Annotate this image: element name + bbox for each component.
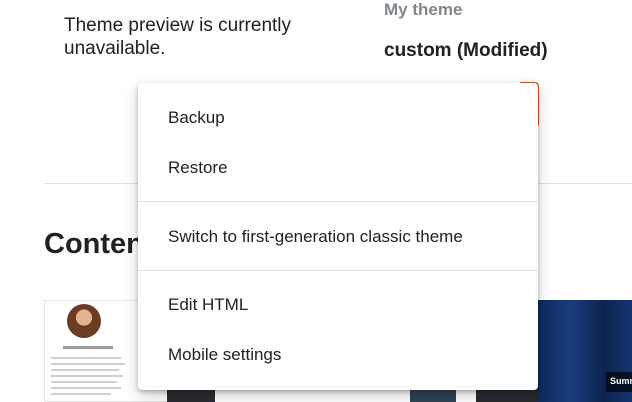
thumbnail-text-line bbox=[51, 363, 125, 365]
menu-item-mobile-settings[interactable]: Mobile settings bbox=[138, 331, 538, 379]
menu-item-edit-html[interactable]: Edit HTML bbox=[138, 281, 538, 329]
menu-item-restore[interactable]: Restore bbox=[138, 144, 538, 192]
thumbnail-text-line bbox=[51, 387, 121, 389]
menu-divider bbox=[138, 201, 538, 202]
theme-preview-message: Theme preview is currently unavailable. bbox=[64, 15, 292, 59]
avatar bbox=[67, 304, 101, 338]
current-theme-name: custom (Modified) bbox=[384, 40, 548, 61]
my-theme-label: My theme bbox=[384, 0, 463, 19]
thumbnail-text-line bbox=[51, 375, 123, 377]
thumbnail-text-line bbox=[51, 369, 119, 371]
thumbnail-text-line bbox=[63, 346, 113, 349]
theme-options-menu: Backup Restore Switch to first-generatio… bbox=[138, 83, 538, 390]
thumbnail-text-line bbox=[51, 357, 121, 359]
menu-divider bbox=[138, 270, 538, 271]
menu-item-switch-classic-theme[interactable]: Switch to first-generation classic theme bbox=[138, 213, 538, 261]
thumbnail-caption: Summ bbox=[606, 372, 632, 392]
menu-item-backup[interactable]: Backup bbox=[138, 94, 538, 142]
thumbnail-text-line bbox=[51, 381, 117, 383]
thumbnail-text-line bbox=[51, 393, 111, 395]
theme-thumbnail-partial[interactable] bbox=[410, 388, 456, 402]
